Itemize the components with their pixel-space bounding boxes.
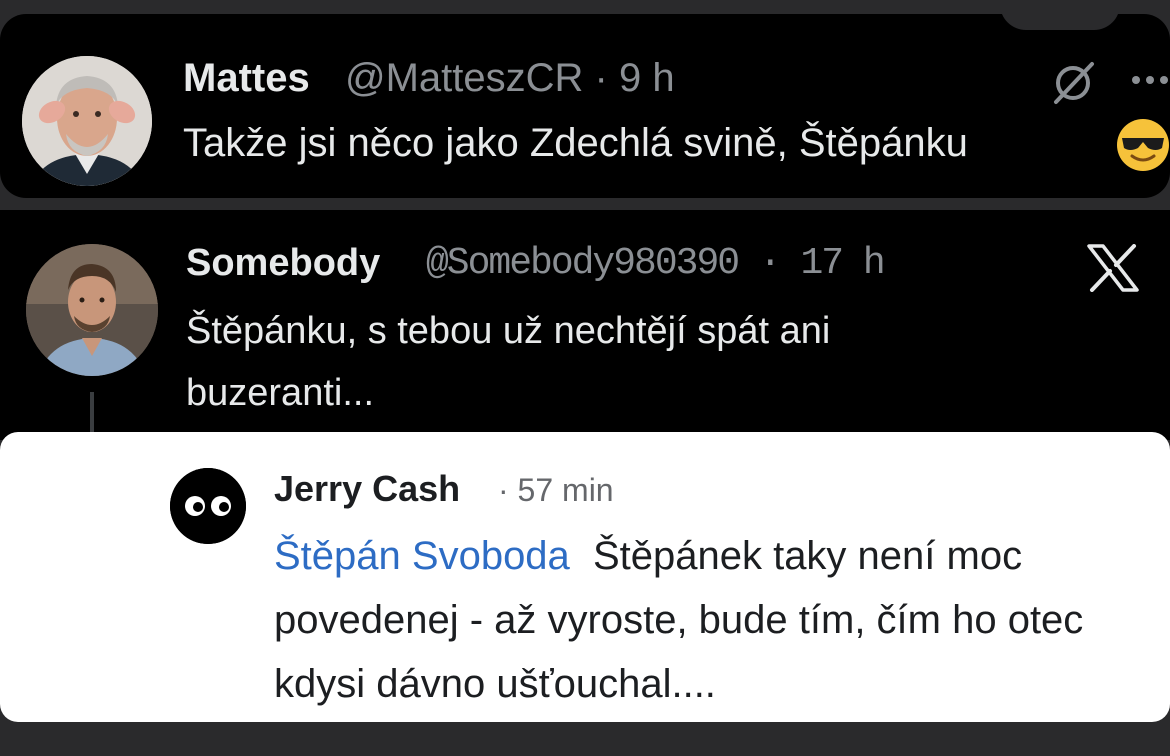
avatar[interactable] — [170, 468, 246, 544]
author-handle-time[interactable]: @MatteszCR · 9 h — [345, 56, 675, 101]
grok-icon[interactable] — [1050, 60, 1096, 106]
comment-text: Štěpán Svoboda Štěpánek taky není moc po… — [274, 524, 1154, 716]
author-name[interactable]: Mattes — [183, 56, 310, 101]
author-name[interactable]: Somebody — [186, 242, 380, 285]
top-overlay-pill — [1000, 0, 1120, 30]
comment-time[interactable]: · 57 min — [498, 472, 614, 509]
x-logo-icon — [1087, 244, 1139, 292]
tweet-card-mattes[interactable] — [0, 14, 1170, 198]
avatar[interactable] — [26, 244, 158, 376]
author-handle-time[interactable]: @Somebody980390 · 17 h — [426, 242, 886, 285]
sunglasses-emoji-icon — [1117, 119, 1169, 171]
tweet-text: Takže jsi něco jako Zdechlá svině, Štěpá… — [183, 121, 968, 165]
mention-link[interactable]: Štěpán Svoboda — [274, 534, 570, 578]
thread-connector — [90, 392, 94, 432]
author-name[interactable]: Jerry Cash — [274, 468, 460, 510]
tweet-text: Štěpánku, s tebou už nechtějí spát ani b… — [186, 310, 831, 414]
bottom-background — [0, 722, 1170, 756]
more-icon[interactable] — [1128, 72, 1170, 88]
avatar[interactable] — [22, 56, 152, 186]
